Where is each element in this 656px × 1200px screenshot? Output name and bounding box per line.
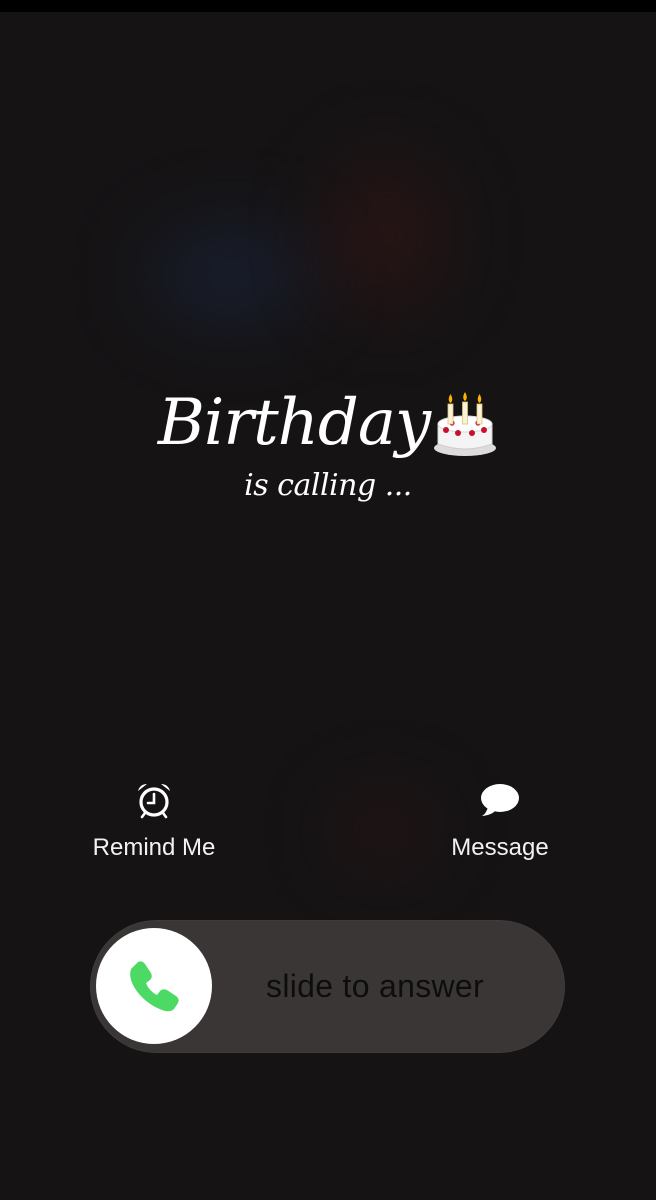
slide-to-answer-label: slide to answer	[266, 968, 484, 1004]
caller-name-text: Birthday	[157, 386, 431, 460]
remind-me-label: Remind Me	[92, 834, 216, 861]
call-status: is calling ...	[244, 468, 412, 503]
answer-slider-thumb[interactable]	[96, 928, 212, 1044]
caller-name: Birthday	[0, 380, 656, 466]
status-bar-strip	[0, 0, 656, 12]
background-glow	[150, 230, 310, 320]
background-glow	[330, 160, 440, 310]
slide-to-answer-track[interactable]: slide to answer	[90, 920, 565, 1053]
phone-icon	[130, 961, 179, 1012]
caller-info: Birthday is calling ...	[0, 380, 656, 506]
cake-icon	[434, 392, 497, 456]
remind-me-button[interactable]: Remind Me	[54, 780, 254, 862]
alarm-clock-icon	[138, 784, 170, 819]
speech-bubble-icon	[481, 784, 519, 816]
message-label: Message	[451, 834, 549, 861]
message-button[interactable]: Message	[400, 780, 600, 862]
